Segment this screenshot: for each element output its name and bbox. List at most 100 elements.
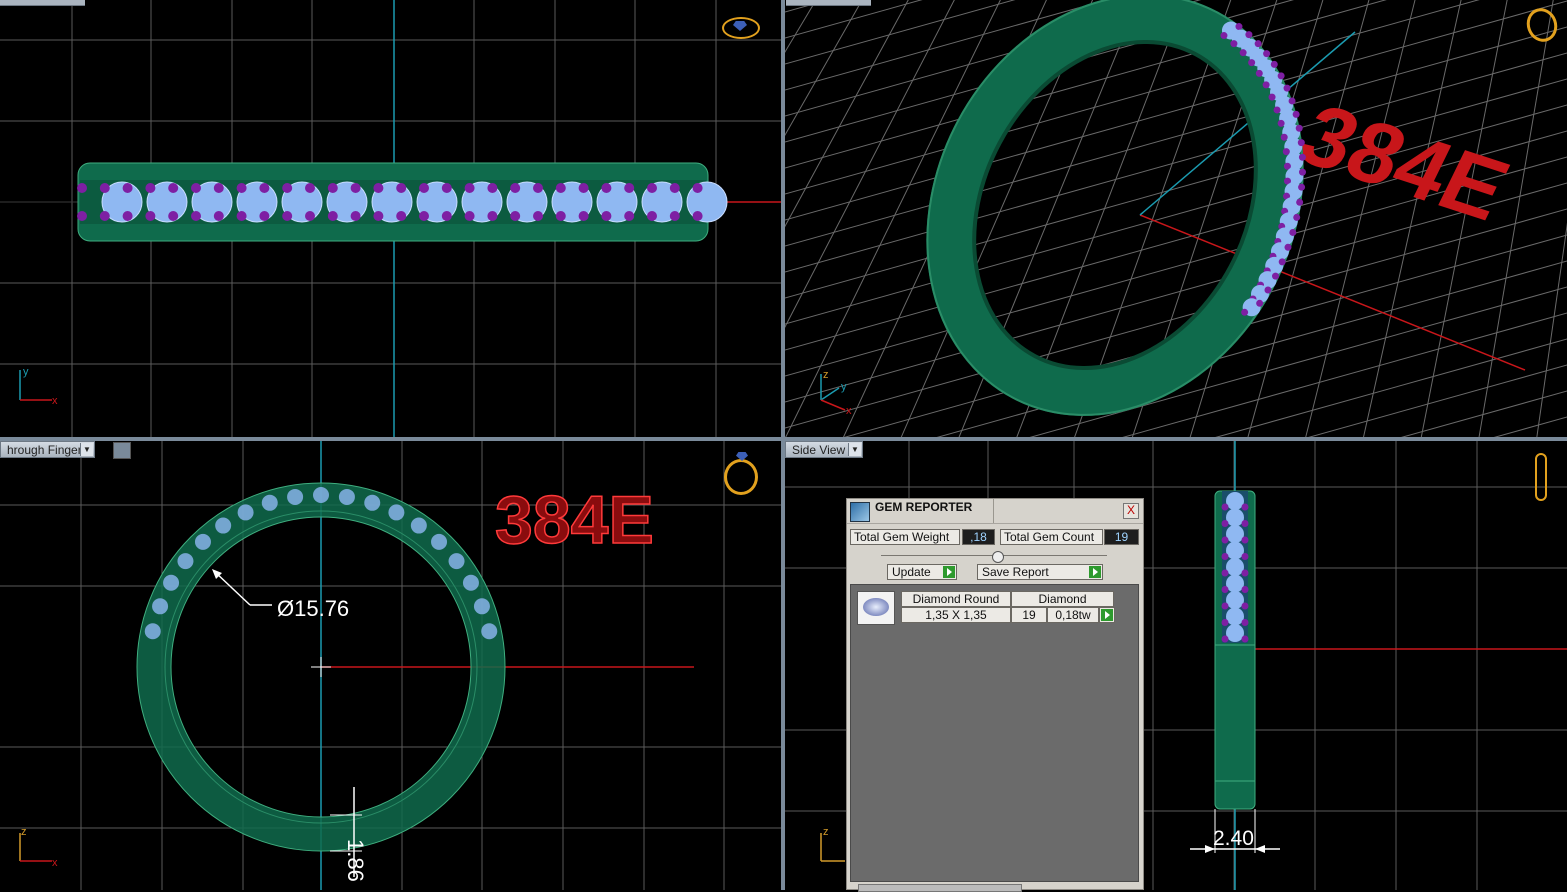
prong [1256,299,1264,307]
thickness-dimension: 1.86 [343,839,368,882]
viewport-divider-horizontal[interactable] [0,437,1567,441]
svg-text:x: x [52,395,58,407]
gem-row-go-button[interactable] [1099,607,1115,623]
prong [191,183,201,193]
prong [236,183,247,193]
viewport-perspective[interactable]: 384E z y x [785,0,1567,437]
prong [1241,308,1249,316]
prong [373,211,384,221]
prong [1262,81,1270,89]
gem-reporter-titlebar[interactable]: GEM REPORTER X [847,499,1143,524]
gem [338,488,355,505]
prong [396,211,407,221]
prong [1288,97,1296,105]
prong [1241,503,1249,511]
prong [396,183,407,193]
prong [1268,93,1276,101]
gem [1226,541,1244,560]
prong [1297,139,1305,147]
prong [145,211,156,221]
viewport-through-finger[interactable]: Ø15.76 1.86 384E hrough Finger ▼ z x [0,441,781,890]
viewport-divider-vertical[interactable] [781,0,785,890]
prong [1254,40,1262,48]
camera-icon[interactable] [113,442,131,459]
gem-count-cell[interactable]: 19 [1011,607,1047,623]
prong [1220,32,1228,40]
gem-shape-cell[interactable]: Diamond Round [901,591,1011,607]
prong [1221,635,1229,643]
viewport-top[interactable]: y x [0,0,781,437]
gem [462,574,479,591]
gem [473,598,490,615]
prong [350,183,361,193]
prong [1277,119,1285,127]
ring-gem-icon[interactable] [722,17,760,39]
viewport-perspective-canvas: 384E [785,0,1567,437]
gem [152,598,169,615]
chevron-down-icon[interactable]: ▼ [848,443,861,456]
gem [215,517,232,534]
view-label-top-partial[interactable] [0,0,85,6]
gem-row-top [77,181,728,223]
prong [259,183,270,193]
prong [1298,183,1306,191]
prong [1241,619,1249,626]
prong [1270,60,1278,68]
view-label-persp-partial[interactable] [786,0,871,6]
prong [213,183,224,193]
gem [448,553,465,570]
ring-front-icon[interactable] [724,452,758,495]
play-icon [943,566,955,578]
prong [624,183,635,193]
width-dimension: 2.40 [1213,827,1254,850]
prong [305,183,315,193]
gem [313,487,329,503]
prong [692,183,703,193]
axis-gizmo-perspective: z y x [820,369,852,417]
prong [1241,586,1249,593]
prong [191,211,201,221]
prong [1282,148,1290,156]
prong [578,211,589,221]
svg-text:z: z [21,826,27,838]
prong [441,183,452,193]
prong [1221,586,1229,593]
stamp-tag-perspective: 384E [1285,86,1524,239]
prong [282,183,293,193]
horizontal-scrollbar[interactable] [858,884,1022,892]
chevron-down-icon[interactable]: ▼ [80,443,93,456]
prong [1239,49,1247,57]
total-count-value: 19 [1104,529,1139,545]
save-report-button[interactable]: Save Report [977,564,1103,580]
gem [410,517,427,534]
gem [1226,574,1244,593]
gem-size-cell[interactable]: 1,35 X 1,35 [901,607,1011,623]
ring-side-icon[interactable] [1535,453,1547,501]
prong [419,183,429,193]
gem-reporter-icon [850,502,870,522]
gem-thumbnail-icon[interactable] [857,591,895,625]
gem-material-cell[interactable]: Diamond [1011,591,1114,607]
collapse-toggle-icon[interactable] [992,551,1004,563]
prong [99,211,110,221]
close-button[interactable]: X [1123,503,1139,519]
gem [237,504,254,521]
prong [1293,213,1301,221]
prong [555,211,566,221]
gem-weight-cell[interactable]: 0,18tw [1047,607,1099,623]
prong [327,183,338,193]
prong [1283,84,1291,92]
prong [1284,243,1292,251]
prong [1295,124,1303,132]
gem [144,623,161,640]
update-button[interactable]: Update [887,564,957,580]
prong [647,183,657,193]
viewport-front-canvas: Ø15.76 1.86 384E [0,441,781,890]
prong [669,183,680,193]
view-selector-side[interactable]: Side View ▼ [785,441,863,458]
view-selector-front[interactable]: hrough Finger ▼ [0,441,95,458]
gem [1226,508,1244,527]
total-weight-label: Total Gem Weight [850,529,960,545]
prong [669,211,680,221]
prong [487,211,498,221]
